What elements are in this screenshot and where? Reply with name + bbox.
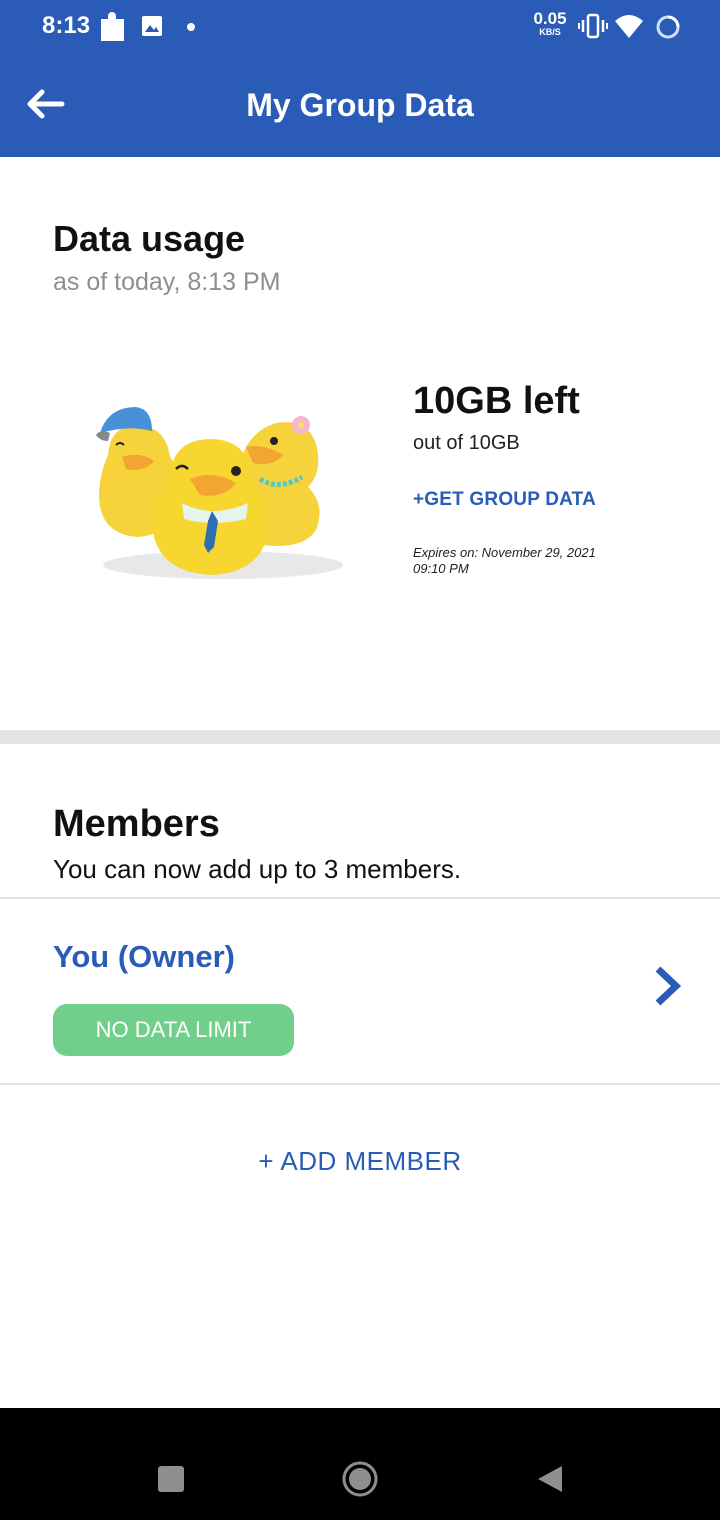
network-speed-unit: KB/S — [539, 27, 561, 37]
data-usage-title: Data usage — [53, 218, 246, 259]
members-title: Members — [53, 803, 220, 845]
section-divider — [0, 730, 720, 744]
members-subtitle: You can now add up to 3 members. — [53, 854, 462, 884]
recents-icon[interactable] — [158, 1466, 184, 1492]
expiry-time: 09:10 PM — [413, 561, 469, 576]
home-icon[interactable] — [342, 1461, 378, 1497]
dot-icon — [187, 23, 195, 31]
network-speed: 0.05 KB/S — [528, 10, 572, 37]
data-total: out of 10GB — [413, 432, 520, 454]
wifi-icon — [615, 15, 643, 38]
data-usage-timestamp: as of today, 8:13 PM — [53, 268, 281, 296]
add-member-button[interactable]: + ADD MEMBER — [0, 1146, 720, 1177]
image-icon — [142, 16, 162, 36]
member-row-owner[interactable]: You (Owner) NO DATA LIMIT — [0, 899, 720, 1083]
loading-circle-icon — [656, 15, 680, 39]
divider — [0, 1083, 720, 1085]
back-icon[interactable] — [536, 1464, 564, 1494]
expiry-date: Expires on: November 29, 2021 — [413, 545, 596, 560]
member-name: You (Owner) — [53, 939, 235, 974]
app-bar: 8:13 0.05 KB/S My Group Data — [0, 0, 720, 157]
three-ducks-illustration — [96, 407, 343, 579]
status-badge: NO DATA LIMIT — [53, 1004, 294, 1056]
expiry-info: Expires on: November 29, 2021 09:10 PM — [413, 545, 628, 577]
status-time: 8:13 — [42, 12, 91, 39]
puzzle-icon — [101, 12, 124, 41]
system-nav-bar — [0, 1408, 720, 1520]
network-speed-value: 0.05 — [533, 9, 567, 28]
data-remaining: 10GB left — [413, 380, 580, 422]
vibrate-icon — [578, 13, 608, 39]
chevron-right-icon[interactable] — [650, 965, 684, 1007]
get-group-data-link[interactable]: +GET GROUP DATA — [413, 489, 596, 511]
page-title: My Group Data — [246, 87, 474, 123]
